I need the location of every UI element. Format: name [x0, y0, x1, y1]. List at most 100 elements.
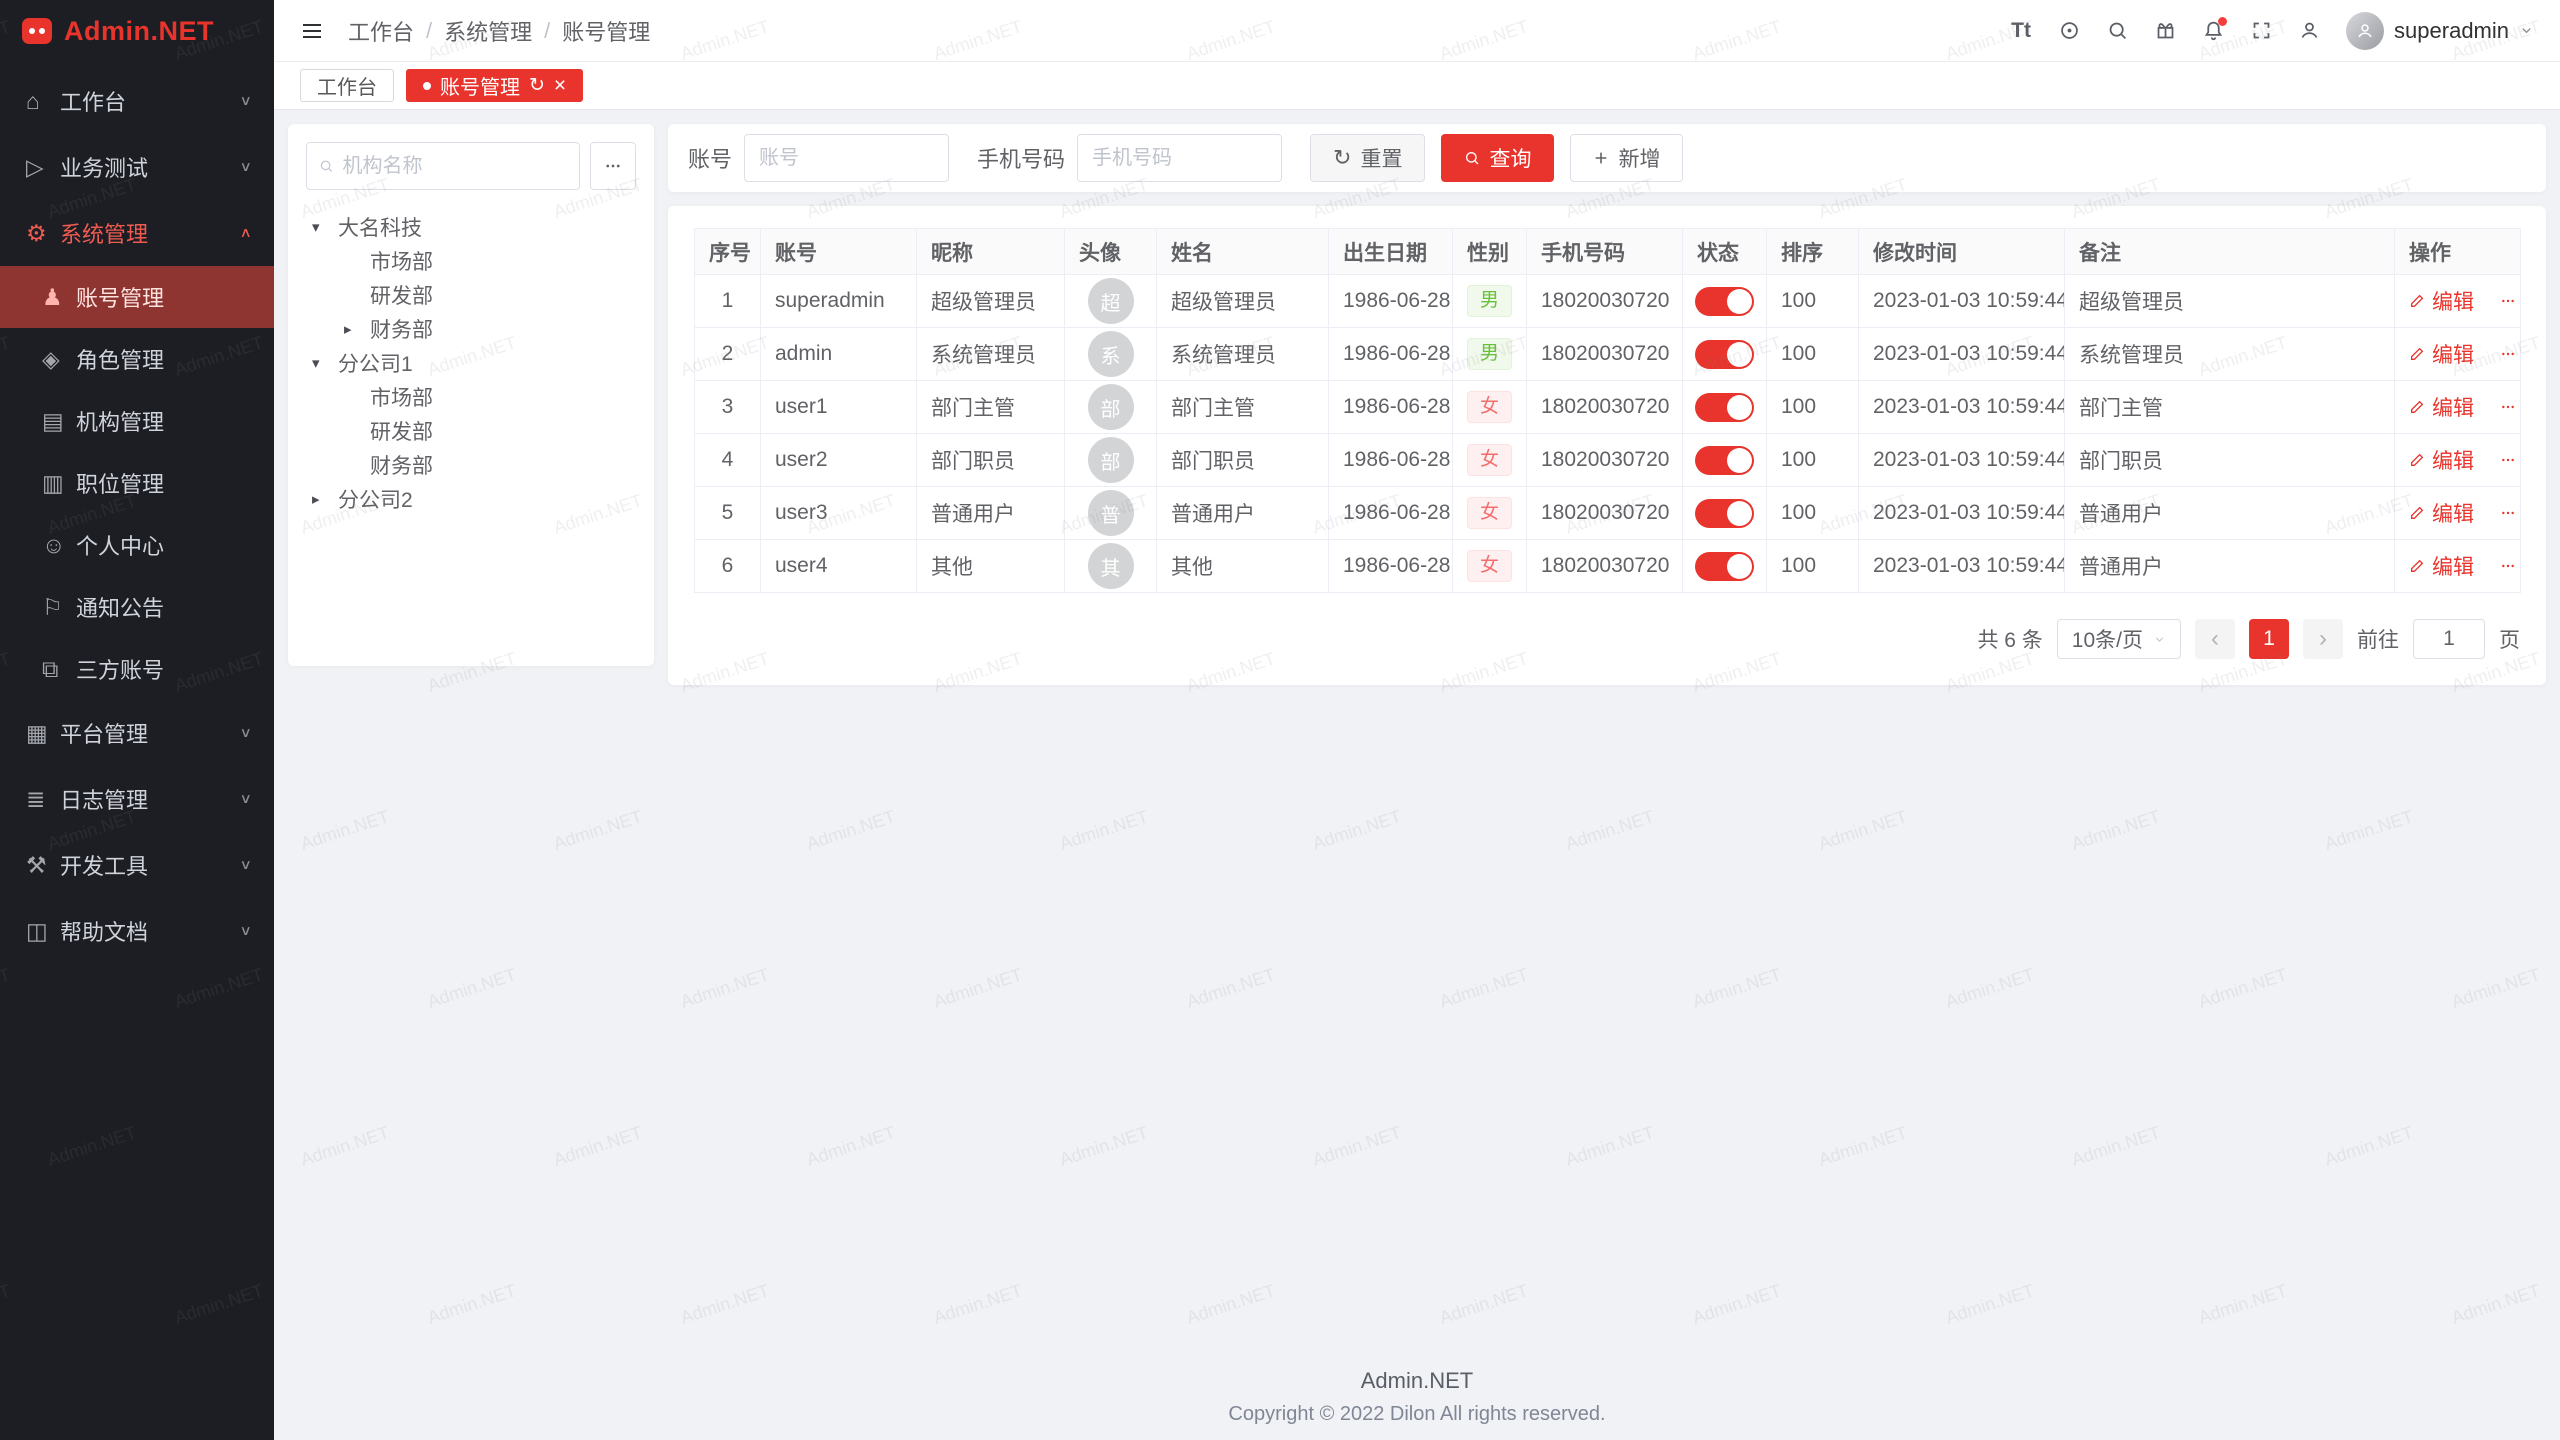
status-toggle[interactable]	[1695, 393, 1754, 422]
row-more-button[interactable]	[2500, 293, 2516, 309]
gift-icon	[2155, 20, 2176, 41]
cell-remark: 普通用户	[2065, 487, 2395, 540]
edit-button[interactable]: 编辑	[2409, 339, 2474, 369]
next-page-button[interactable]: ›	[2303, 619, 2343, 659]
tree-node-label: 市场部	[370, 382, 433, 412]
sidebar-item-role-management[interactable]: ◈ 角色管理	[0, 328, 274, 390]
tree-expand-icon[interactable]: ▾	[312, 354, 338, 372]
sidebar-item-account-management[interactable]: ♟ 账号管理	[0, 266, 274, 328]
cell-remark: 部门职员	[2065, 434, 2395, 487]
collapse-menu-button[interactable]	[300, 19, 324, 43]
tab-account-management[interactable]: 账号管理 ↻ ×	[406, 69, 583, 102]
status-toggle[interactable]	[1695, 340, 1754, 369]
chevron-down-icon	[2519, 23, 2534, 38]
tree-node[interactable]: 财务部	[306, 448, 636, 482]
status-toggle[interactable]	[1695, 499, 1754, 528]
flag-icon: ⚐	[42, 594, 76, 621]
tree-node[interactable]: 研发部	[306, 414, 636, 448]
status-toggle[interactable]	[1695, 287, 1754, 316]
cell-phone: 18020030720	[1527, 328, 1683, 381]
search-icon	[319, 158, 333, 174]
edit-button[interactable]: 编辑	[2409, 392, 2474, 422]
sidebar-item-notice[interactable]: ⚐ 通知公告	[0, 576, 274, 638]
tree-expand-icon[interactable]: ▸	[312, 490, 338, 508]
breadcrumb-item[interactable]: 工作台	[348, 15, 414, 47]
tree-node[interactable]: 研发部	[306, 278, 636, 312]
component-size-button[interactable]	[2048, 10, 2090, 52]
breadcrumb-item[interactable]: 账号管理	[562, 15, 650, 47]
user-menu[interactable]: superadmin	[2346, 12, 2534, 50]
tree-node[interactable]: 市场部	[306, 380, 636, 414]
reset-button[interactable]: ↻ 重置	[1310, 134, 1425, 182]
column-header: 手机号码	[1527, 229, 1683, 275]
goto-page-input[interactable]	[2413, 619, 2485, 659]
sidebar-item-third-party-account[interactable]: ⧉ 三方账号	[0, 638, 274, 700]
account-filter-input[interactable]	[744, 134, 949, 182]
cell-gender: 男	[1453, 275, 1527, 328]
row-more-button[interactable]	[2500, 452, 2516, 468]
cell-gender: 男	[1453, 328, 1527, 381]
tag-tabs-bar: 工作台 账号管理 ↻ ×	[274, 62, 2560, 110]
row-more-button[interactable]	[2500, 346, 2516, 362]
tree-node[interactable]: ▾ 分公司1	[306, 346, 636, 380]
logo[interactable]: Admin.NET	[0, 0, 274, 62]
sidebar-item-workbench[interactable]: ⌂ 工作台 ∨	[0, 68, 274, 134]
tree-node[interactable]: ▾ 大名科技	[306, 210, 636, 244]
breadcrumb-item[interactable]: 系统管理	[444, 15, 532, 47]
fullscreen-button[interactable]	[2240, 10, 2282, 52]
tab-refresh-icon[interactable]: ↻	[529, 74, 545, 97]
edit-button[interactable]: 编辑	[2409, 286, 2474, 316]
edit-button[interactable]: 编辑	[2409, 445, 2474, 475]
avatar: 部	[1088, 384, 1134, 430]
tree-node[interactable]: ▸ 分公司2	[306, 482, 636, 516]
global-search-button[interactable]	[2096, 10, 2138, 52]
current-page-button[interactable]: 1	[2249, 619, 2289, 659]
logo-text: Admin.NET	[64, 16, 214, 47]
row-more-button[interactable]	[2500, 505, 2516, 521]
tree-node[interactable]: ▸ 财务部	[306, 312, 636, 346]
sidebar-item-profile-center[interactable]: ☺ 个人中心	[0, 514, 274, 576]
cell-avatar: 部	[1065, 381, 1157, 434]
edit-button[interactable]: 编辑	[2409, 551, 2474, 581]
row-more-button[interactable]	[2500, 558, 2516, 574]
org-tree: ▾ 大名科技 市场部 研发部 ▸ 财务部	[306, 210, 636, 516]
org-more-button[interactable]	[590, 142, 636, 190]
org-search-input[interactable]	[342, 155, 567, 178]
prev-page-button[interactable]: ‹	[2195, 619, 2235, 659]
chevron-down-icon: ∨	[240, 93, 252, 109]
tree-expand-icon[interactable]: ▾	[312, 218, 338, 236]
sidebar-item-log-management[interactable]: ≣ 日志管理 ∨	[0, 766, 274, 832]
cell-order: 100	[1767, 434, 1859, 487]
lock-screen-button[interactable]	[2288, 10, 2330, 52]
edit-button[interactable]: 编辑	[2409, 498, 2474, 528]
sidebar-item-org-management[interactable]: ▤ 机构管理	[0, 390, 274, 452]
sidebar-item-label: 开发工具	[60, 849, 240, 881]
sidebar-item-dev-tools[interactable]: ⚒ 开发工具 ∨	[0, 832, 274, 898]
cell-actions: 编辑	[2395, 540, 2521, 593]
notifications-button[interactable]	[2192, 10, 2234, 52]
phone-filter-input[interactable]	[1077, 134, 1282, 182]
font-size-button[interactable]: Tt	[2000, 10, 2042, 52]
more-icon	[2500, 452, 2516, 468]
tab-workbench[interactable]: 工作台	[300, 69, 394, 102]
cell-actions: 编辑	[2395, 275, 2521, 328]
tree-node[interactable]: 市场部	[306, 244, 636, 278]
sidebar-item-business-test[interactable]: ▷ 业务测试 ∨	[0, 134, 274, 200]
status-toggle[interactable]	[1695, 446, 1754, 475]
cell-nickname: 普通用户	[917, 487, 1065, 540]
sidebar-menu: ⌂ 工作台 ∨ ▷ 业务测试 ∨ ⚙ 系统管理 ∧ ♟ 账号管理 ◈ 角色管理 …	[0, 62, 274, 1440]
sidebar-item-system-management[interactable]: ⚙ 系统管理 ∧	[0, 200, 274, 266]
sidebar-item-position-management[interactable]: ▥ 职位管理	[0, 452, 274, 514]
tree-expand-icon[interactable]: ▸	[344, 320, 370, 338]
system-management-submenu: ♟ 账号管理 ◈ 角色管理 ▤ 机构管理 ▥ 职位管理 ☺ 个人中心 ⚐ 通知公…	[0, 266, 274, 700]
sidebar-item-help-docs[interactable]: ◫ 帮助文档 ∨	[0, 898, 274, 964]
sidebar-item-platform-management[interactable]: ▦ 平台管理 ∨	[0, 700, 274, 766]
add-button[interactable]: 新增	[1570, 134, 1683, 182]
tab-close-icon[interactable]: ×	[554, 75, 566, 96]
goto-label: 前往	[2357, 624, 2399, 654]
row-more-button[interactable]	[2500, 399, 2516, 415]
page-size-select[interactable]: 10条/页	[2057, 619, 2181, 659]
reward-button[interactable]	[2144, 10, 2186, 52]
search-button[interactable]: 查询	[1441, 134, 1554, 182]
status-toggle[interactable]	[1695, 552, 1754, 581]
